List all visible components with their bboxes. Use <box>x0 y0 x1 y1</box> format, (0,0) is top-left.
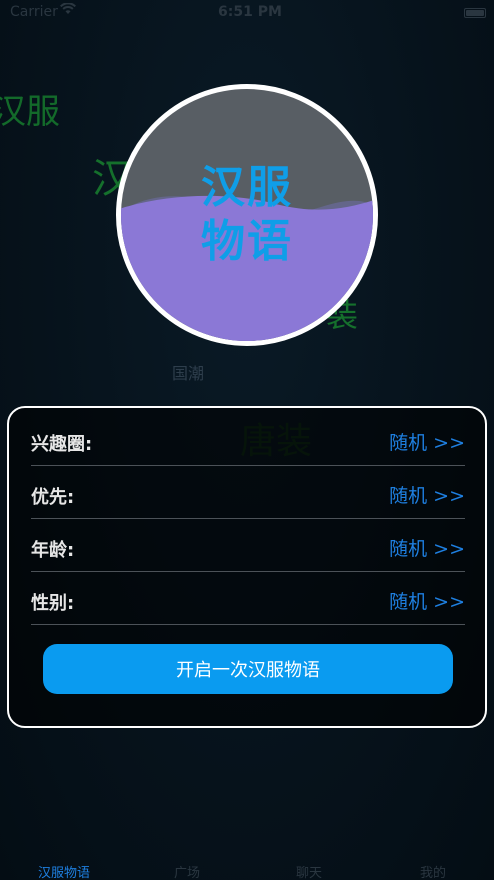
logo-title: 汉服 物语 <box>121 161 373 269</box>
random-gender-button[interactable]: 随机 >> <box>389 587 465 614</box>
logo-wave-circle[interactable]: 汉服 物语 <box>116 84 378 346</box>
floating-tag[interactable]: 汉服 <box>0 84 60 133</box>
row-label: 性别: <box>31 593 75 614</box>
app-screen: Carrier 6:51 PM 汉服 汉服 装 国潮 唐装 汉服 物语 兴 <box>0 0 494 880</box>
random-priority-button[interactable]: 随机 >> <box>389 481 465 508</box>
form-row-gender: 性别: 随机 >> <box>31 573 465 625</box>
tab-bar: 汉服物语 广场 聊天 我的 <box>0 852 494 880</box>
tab-chat[interactable]: 聊天 <box>296 862 322 880</box>
random-interest-button[interactable]: 随机 >> <box>389 428 465 455</box>
random-age-button[interactable]: 随机 >> <box>389 534 465 561</box>
battery-icon <box>464 8 486 18</box>
logo-title-line: 物语 <box>201 216 293 267</box>
form-row-age: 年龄: 随机 >> <box>31 520 465 572</box>
tab-hanfu-story[interactable]: 汉服物语 <box>38 862 90 880</box>
match-form-card: 兴趣圈: 随机 >> 优先: 随机 >> 年龄: 随机 >> 性别: 随机 >>… <box>7 406 487 728</box>
tab-square[interactable]: 广场 <box>174 862 200 880</box>
floating-tag[interactable]: 国潮 <box>172 360 204 384</box>
status-bar: Carrier 6:51 PM <box>0 0 494 26</box>
row-label: 优先: <box>31 487 75 508</box>
status-time: 6:51 PM <box>218 4 282 20</box>
start-story-button[interactable]: 开启一次汉服物语 <box>43 644 453 694</box>
tab-mine[interactable]: 我的 <box>420 862 446 880</box>
wifi-icon <box>60 2 76 18</box>
row-label: 兴趣圈: <box>31 434 93 455</box>
logo-title-line: 汉服 <box>201 162 293 213</box>
status-carrier: Carrier <box>10 4 58 20</box>
row-label: 年龄: <box>31 540 75 561</box>
form-row-priority: 优先: 随机 >> <box>31 467 465 519</box>
form-row-interest: 兴趣圈: 随机 >> <box>31 414 465 466</box>
